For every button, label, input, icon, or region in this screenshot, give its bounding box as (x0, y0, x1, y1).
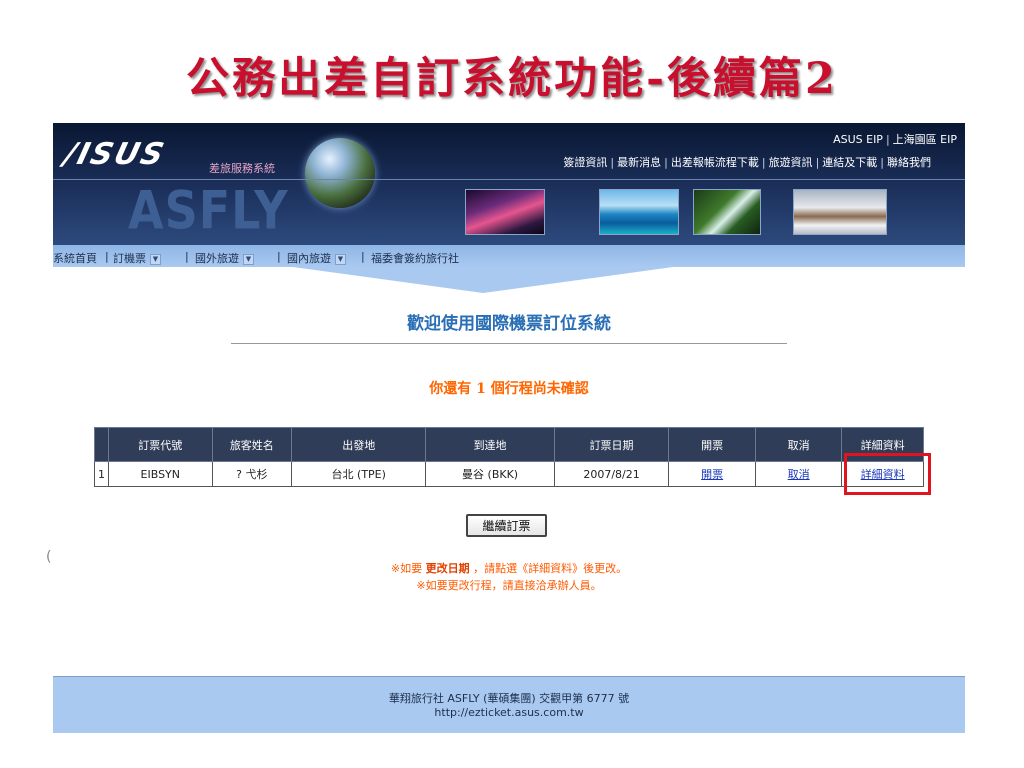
table-header-row: 訂票代號 旅客姓名 出發地 到達地 訂票日期 開票 取消 詳細資料 (94, 427, 924, 462)
globe-image (305, 138, 375, 208)
note-change-date: ※如要 更改日期 ，請點選《詳細資料》後更改。 (390, 562, 628, 575)
col-name: 旅客姓名 (211, 427, 293, 462)
issue-ticket-link[interactable]: 開票 (701, 468, 723, 481)
nav-wedge (293, 267, 673, 293)
link-downloads[interactable]: 連結及下載 (822, 156, 877, 169)
stray-mark: ( (46, 549, 52, 565)
heading-divider (231, 343, 787, 344)
link-shanghai-eip[interactable]: 上海園區 EIP (893, 133, 957, 146)
col-index (94, 427, 109, 462)
nav-contracted-agency[interactable]: 福委會簽約旅行社 (371, 250, 459, 266)
link-travel-info[interactable]: 旅遊資訊 (769, 156, 813, 169)
table-row: 1 EIBSYN ? 弋杉 台北 (TPE) 曼谷 (BKK) 2007/8/2… (94, 461, 924, 487)
banner-photo-sea (599, 189, 679, 235)
row-cancel-cell: 取消 (754, 461, 843, 487)
col-to: 到達地 (425, 427, 555, 462)
footer-company: 華翔旅行社 ASFLY (華碩集團) 交觀甲第 6777 號 (388, 692, 630, 705)
link-expense-download[interactable]: 出差報帳流程下載 (671, 156, 759, 169)
detail-highlight-box (844, 453, 931, 495)
asus-logo[interactable]: /ISUS (61, 137, 169, 172)
row-issue-cell: 開票 (668, 461, 756, 487)
link-contact[interactable]: 聯絡我們 (887, 156, 931, 169)
logo-subtitle: 差旅服務系統 (209, 162, 275, 175)
browser-screenshot: /ISUS 差旅服務系統 ASFLY ASUS EIP | 上海園區 EIP 簽證資… (53, 123, 965, 733)
order-table: 訂票代號 旅客姓名 出發地 到達地 訂票日期 開票 取消 詳細資料 1 EIBS… (94, 427, 924, 487)
col-from: 出發地 (291, 427, 427, 462)
row-date: 2007/8/21 (553, 461, 670, 487)
asfly-logo: ASFLY (128, 179, 289, 242)
nav-flight[interactable]: 訂機票 ▼ (113, 250, 161, 266)
col-date: 訂票日期 (553, 427, 670, 462)
main-nav: 系統首頁 | 訂機票 ▼ | 國外旅遊 ▼ | 國內旅遊 ▼ | 福委會簽約旅行社 (53, 245, 965, 267)
sub-links: 簽證資訊 | 最新消息 | 出差報帳流程下載 | 旅遊資訊 | 連結及下載 | 聯絡我們 (563, 156, 931, 169)
row-name: ? 弋杉 (211, 461, 293, 487)
chevron-down-icon[interactable]: ▼ (243, 253, 254, 265)
link-asus-eip[interactable]: ASUS EIP (833, 133, 883, 146)
chevron-down-icon[interactable]: ▼ (150, 253, 161, 265)
link-visa[interactable]: 簽證資訊 (563, 156, 607, 169)
nav-domestic-tour[interactable]: 國內旅遊 ▼ (287, 250, 346, 266)
row-code: EIBSYN (107, 461, 213, 487)
site-footer: 華翔旅行社 ASFLY (華碩集團) 交觀甲第 6777 號 http://ez… (53, 676, 965, 733)
row-to: 曼谷 (BKK) (425, 461, 555, 487)
link-news[interactable]: 最新消息 (617, 156, 661, 169)
nav-overseas-tour[interactable]: 國外旅遊 ▼ (195, 250, 254, 266)
row-index: 1 (94, 461, 109, 487)
chevron-down-icon[interactable]: ▼ (335, 253, 346, 265)
row-from: 台北 (TPE) (291, 461, 427, 487)
footer-url[interactable]: http://ezticket.asus.com.tw (53, 706, 965, 720)
nav-home[interactable]: 系統首頁 (53, 250, 97, 266)
page-heading: 歡迎使用國際機票訂位系統 (407, 314, 611, 334)
banner-photo-snow-house (793, 189, 887, 235)
cancel-link[interactable]: 取消 (788, 468, 810, 481)
note-change-itinerary: ※如要更改行程，請直接洽承辦人員。 (416, 579, 602, 592)
slide-title: 公務出差自訂系統功能-後續篇2 (186, 54, 838, 104)
col-code: 訂票代號 (107, 427, 213, 462)
continue-booking-button[interactable]: 繼續訂票 (466, 514, 547, 537)
banner-photo-sunset (465, 189, 545, 235)
col-issue: 開票 (668, 427, 756, 462)
banner-photo-waterfall (693, 189, 761, 235)
site-banner: /ISUS 差旅服務系統 ASFLY ASUS EIP | 上海園區 EIP 簽證資… (53, 123, 965, 245)
col-cancel: 取消 (754, 427, 843, 462)
pending-notice: 你還有 1 個行程尚未確認 (429, 381, 589, 397)
top-links: ASUS EIP | 上海園區 EIP (833, 133, 957, 146)
banner-divider (53, 179, 965, 180)
